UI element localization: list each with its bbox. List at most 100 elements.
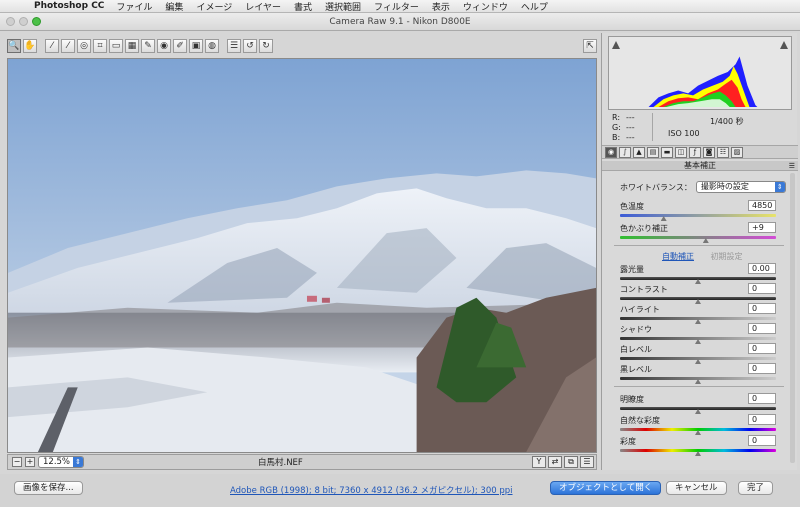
menu-layer[interactable]: レイヤー [245,0,281,13]
highlights-slider[interactable]: ハイライト 0 [620,303,776,324]
straighten-tool-icon[interactable]: ▭ [109,39,123,53]
close-window-button[interactable] [6,17,15,26]
exposure-label: 露光量 [620,265,644,274]
transform-tool-icon[interactable]: ▦ [125,39,139,53]
fullscreen-toggle-icon[interactable]: ⇱ [583,39,597,53]
done-button[interactable]: 完了 [738,481,774,495]
menu-view[interactable]: 表示 [432,0,450,13]
tab-camera-calibration-icon[interactable]: ◙ [703,146,715,158]
spot-removal-tool-icon[interactable]: ✎ [141,39,155,53]
tab-presets-icon[interactable]: ☷ [717,146,729,158]
saturation-label: 彩度 [620,437,636,446]
blacks-label: 黒レベル [620,365,652,374]
menu-type[interactable]: 書式 [294,0,312,13]
swap-settings-icon[interactable]: ⇄ [548,456,562,468]
panel-tabs: ◉ ∫ ▲ ▤ ▬ ◫ ƒ ◙ ☷ ▨ [602,145,798,159]
contrast-slider[interactable]: コントラスト 0 [620,283,776,304]
vibrance-label: 自然な彩度 [620,416,660,425]
temperature-field[interactable]: 4850 [748,200,776,211]
zoom-in-button[interactable]: + [25,457,35,467]
vibrance-field[interactable]: 0 [748,414,776,425]
menu-image[interactable]: イメージ [196,0,232,13]
menu-filter[interactable]: フィルター [374,0,419,13]
saturation-slider[interactable]: 彩度 0 [620,435,776,456]
targeted-adjustment-tool-icon[interactable]: ◎ [77,39,91,53]
app-menu[interactable]: Photoshop CC [34,1,104,11]
auto-row: 自動補正 初期設定 [662,251,743,262]
red-eye-tool-icon[interactable]: ◉ [157,39,171,53]
whites-slider[interactable]: 白レベル 0 [620,343,776,364]
tab-snapshots-icon[interactable]: ▨ [731,146,743,158]
temperature-label: 色温度 [620,202,644,211]
before-after-icon[interactable]: Y [532,456,546,468]
clarity-field[interactable]: 0 [748,393,776,404]
zoom-level-select[interactable]: 12.5% ⇕ [38,456,84,468]
zoom-window-button[interactable] [32,17,41,26]
image-preview[interactable] [7,58,597,453]
cancel-button[interactable]: キャンセル [666,481,727,495]
auto-button[interactable]: 自動補正 [662,252,694,261]
tab-split-toning-icon[interactable]: ▬ [661,146,673,158]
default-button[interactable]: 初期設定 [711,252,743,261]
tab-lens-icon[interactable]: ◫ [675,146,687,158]
graduated-filter-icon[interactable]: ▣ [189,39,203,53]
radial-filter-icon[interactable]: ◍ [205,39,219,53]
menu-edit[interactable]: 編集 [165,0,183,13]
tint-label: 色かぶり補正 [620,224,668,233]
b-value: --- [626,133,635,142]
clarity-slider[interactable]: 明瞭度 0 [620,393,776,414]
whites-field[interactable]: 0 [748,343,776,354]
rotate-right-icon[interactable]: ↻ [259,39,273,53]
shutter-speed: 1/400 秒 [710,117,744,126]
highlights-field[interactable]: 0 [748,303,776,314]
open-object-button[interactable]: オブジェクトとして開く [550,481,662,495]
save-image-button[interactable]: 画像を保存... [14,481,83,495]
menu-window[interactable]: ウィンドウ [463,0,508,13]
contrast-label: コントラスト [620,285,668,294]
g-value: --- [626,123,635,132]
hand-tool-icon[interactable]: ✋ [23,39,37,53]
shadows-slider[interactable]: シャドウ 0 [620,323,776,344]
blacks-field[interactable]: 0 [748,363,776,374]
zoom-tool-icon[interactable]: 🔍 [7,39,21,53]
shadows-field[interactable]: 0 [748,323,776,334]
copy-settings-icon[interactable]: ⧉ [564,456,578,468]
zoom-out-button[interactable]: − [12,457,22,467]
tab-fx-icon[interactable]: ƒ [689,146,701,158]
adjustment-brush-icon[interactable]: ✐ [173,39,187,53]
window-titlebar: Camera Raw 9.1 - Nikon D800E [0,13,800,31]
menu-file[interactable]: ファイル [116,0,152,13]
tint-slider[interactable]: 色かぶり補正 +9 [620,222,776,243]
temperature-slider[interactable]: 色温度 4850 [620,200,776,221]
panel-menu-icon[interactable]: ☰ [789,161,795,171]
exposure-field[interactable]: 0.00 [748,263,776,274]
tab-basic-icon[interactable]: ◉ [605,146,617,158]
zoom-level-value: 12.5% [43,457,71,467]
tab-tone-curve-icon[interactable]: ∫ [619,146,631,158]
panel-scrollbar[interactable] [790,173,795,463]
white-balance-row: ホワイトバランス： 撮影時の設定 ⇕ [620,181,790,193]
menu-help[interactable]: ヘルプ [521,0,548,13]
rotate-left-icon[interactable]: ↺ [243,39,257,53]
saturation-field[interactable]: 0 [748,435,776,446]
crop-tool-icon[interactable]: ⌗ [93,39,107,53]
file-name: 白馬村.NEF [258,458,303,468]
exposure-slider[interactable]: 露光量 0.00 [620,263,776,284]
preview-prefs-icon[interactable]: ☰ [580,456,594,468]
menubar: Photoshop CC ファイル 編集 イメージ レイヤー 書式 選択範囲 フ… [0,0,800,13]
color-sampler-tool-icon[interactable]: ⁄ [61,39,75,53]
vibrance-slider[interactable]: 自然な彩度 0 [620,414,776,435]
chevron-updown-icon: ⇕ [774,182,785,192]
preferences-icon[interactable]: ☰ [227,39,241,53]
menu-select[interactable]: 選択範囲 [325,0,361,13]
whites-label: 白レベル [620,345,652,354]
blacks-slider[interactable]: 黒レベル 0 [620,363,776,384]
tint-field[interactable]: +9 [748,222,776,233]
tab-detail-icon[interactable]: ▲ [633,146,645,158]
white-balance-select[interactable]: 撮影時の設定 ⇕ [695,181,786,193]
workflow-options-link[interactable]: Adobe RGB (1998); 8 bit; 7360 x 4912 (36… [230,484,513,496]
contrast-field[interactable]: 0 [748,283,776,294]
minimize-window-button[interactable] [19,17,28,26]
white-balance-tool-icon[interactable]: ⁄ [45,39,59,53]
tab-hsl-icon[interactable]: ▤ [647,146,659,158]
